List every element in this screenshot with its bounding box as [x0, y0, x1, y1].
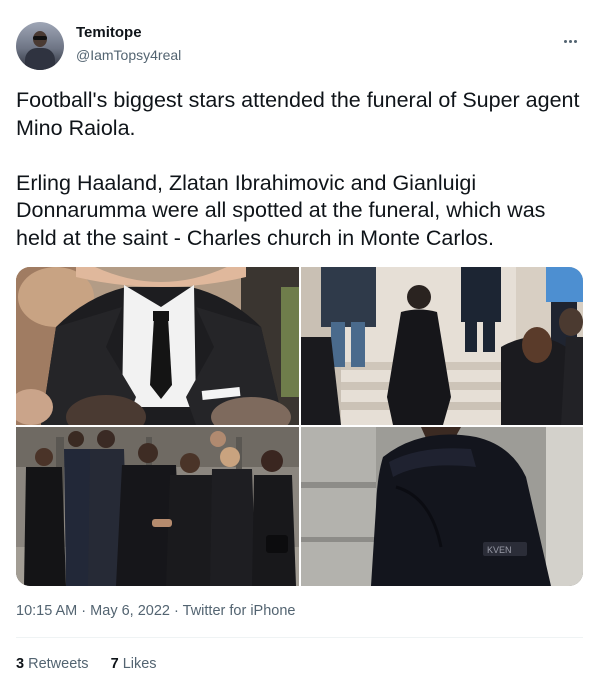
meta-separator: · [174, 603, 179, 619]
retweets-label: Retweets [28, 656, 89, 672]
retweets-count: 3 [16, 656, 25, 672]
meta-separator: · [81, 603, 87, 619]
tweet-meta: 10:15 AM · May 6, 2022 · Twitter for iPh… [16, 603, 295, 619]
photo-suit-closeup[interactable] [16, 267, 299, 425]
avatar-shirt [25, 48, 55, 70]
tweet-text: Football's biggest stars attended the fu… [16, 88, 580, 250]
photo-church-steps[interactable] [301, 267, 583, 425]
avatar[interactable] [16, 22, 64, 70]
avatar-sunglasses [33, 36, 47, 40]
dot-icon [564, 40, 567, 43]
dot-icon [574, 40, 577, 43]
tweet-source[interactable]: Twitter for iPhone [183, 603, 296, 619]
photo-jacket-closeup[interactable]: KVEN [301, 427, 583, 586]
jacket-brand-label: KVEN [487, 545, 512, 555]
likes-count: 7 [110, 656, 119, 672]
more-options-icon[interactable] [564, 30, 584, 43]
tweet-card: Temitope @IamTopsy4real Football's bigge… [0, 0, 599, 681]
media-grid: KVEN [16, 267, 583, 586]
likes-label: Likes [122, 656, 157, 672]
tweet-stats: 3 Retweets 7 Likes [16, 656, 175, 672]
likes-stat[interactable]: 7 Likes [111, 656, 157, 672]
author-name[interactable]: Temitope [76, 24, 142, 42]
photo-crowd-greeting[interactable] [16, 427, 299, 586]
dot-icon [569, 40, 572, 43]
divider [16, 637, 583, 638]
tweet-time[interactable]: 10:15 AM [16, 603, 77, 619]
author-handle[interactable]: @IamTopsy4real [76, 46, 181, 64]
retweets-stat[interactable]: 3 Retweets [16, 656, 89, 672]
tweet-date[interactable]: May 6, 2022 [90, 603, 170, 619]
